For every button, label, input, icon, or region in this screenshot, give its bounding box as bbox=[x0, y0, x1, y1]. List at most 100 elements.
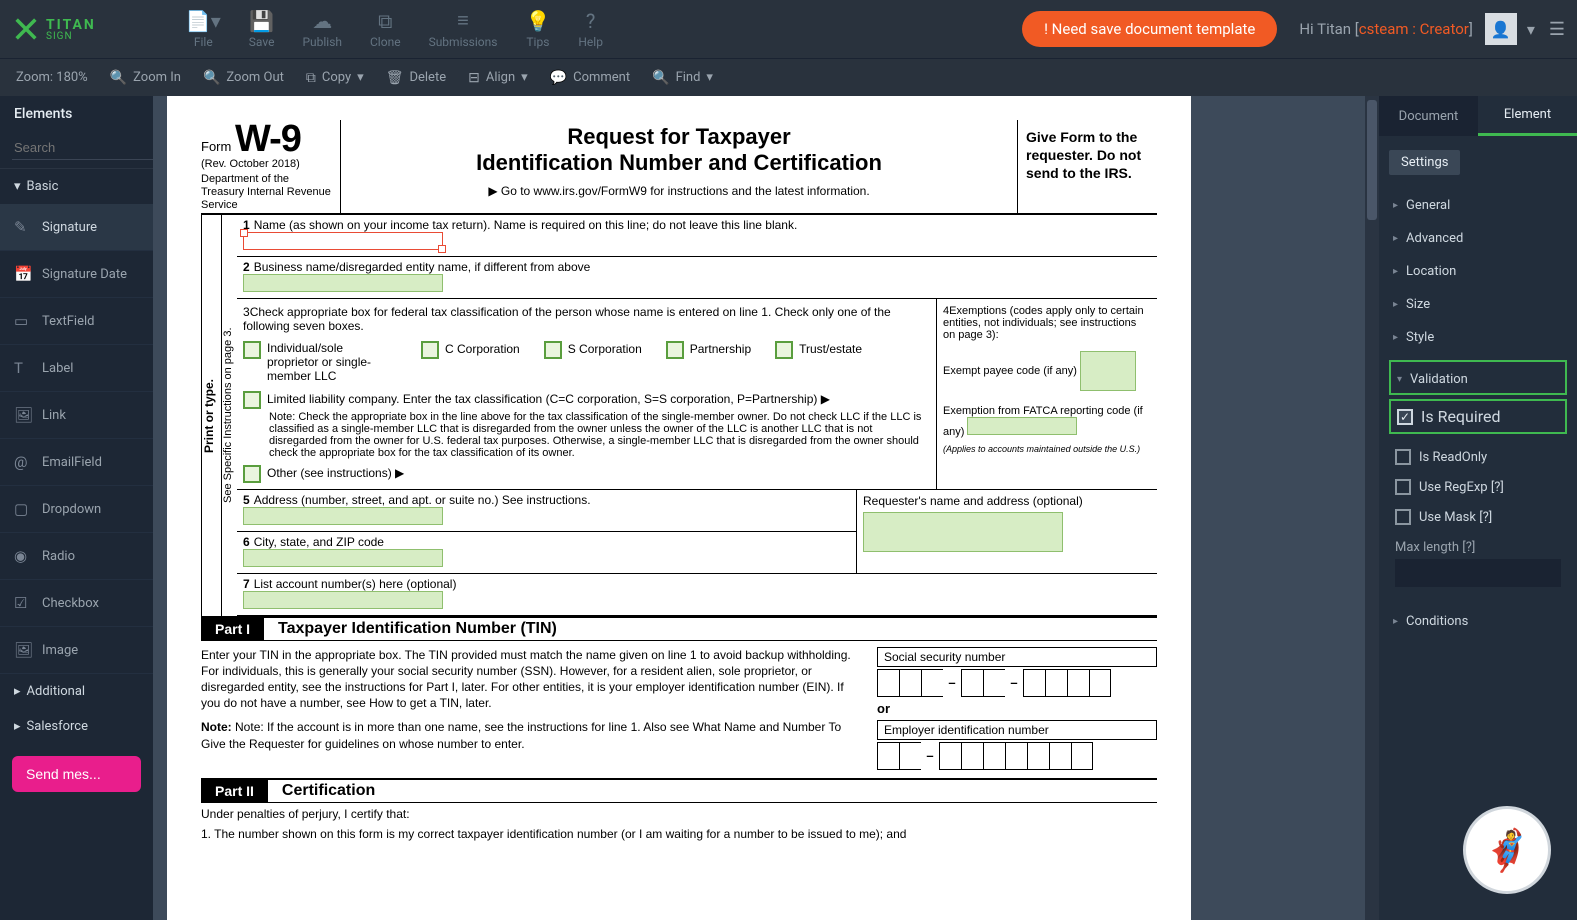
line1-text: Name (as shown on your income tax return… bbox=[254, 218, 798, 232]
line3-text: Check appropriate box for federal tax cl… bbox=[243, 305, 891, 333]
requester-field[interactable] bbox=[863, 512, 1063, 552]
address-field[interactable] bbox=[243, 507, 443, 525]
tin-text: Enter your TIN in the appropriate box. T… bbox=[201, 648, 851, 711]
chk-scorp[interactable] bbox=[544, 341, 562, 359]
form-goto: ▶ Go to www.irs.gov/FormW9 for instructi… bbox=[351, 184, 1007, 198]
settings-tab[interactable]: Settings bbox=[1389, 150, 1460, 175]
chk-trust[interactable] bbox=[775, 341, 793, 359]
acc-validation[interactable]: ▾Validation bbox=[1395, 368, 1561, 391]
line5-text: Address (number, street, and apt. or sui… bbox=[254, 493, 591, 507]
element-radio[interactable]: ◉Radio bbox=[0, 533, 153, 580]
part2-tag: Part II bbox=[201, 780, 268, 802]
acc-conditions[interactable]: ▸Conditions bbox=[1389, 605, 1567, 638]
chk-llc[interactable] bbox=[243, 391, 261, 409]
tips-button[interactable]: 💡Tips bbox=[525, 10, 550, 49]
element-label[interactable]: TLabel bbox=[0, 345, 153, 392]
requester-text: Requester's name and address (optional) bbox=[863, 494, 1083, 508]
mascot-icon[interactable]: 🦸 bbox=[1463, 806, 1551, 894]
ein-label: Employer identification number bbox=[877, 720, 1157, 740]
ssn-boxes[interactable]: – – bbox=[877, 669, 1157, 697]
element-image[interactable]: 🖼Image bbox=[0, 627, 153, 674]
document-canvas[interactable]: Form W-9 (Rev. October 2018) Department … bbox=[153, 96, 1379, 920]
or-text: or bbox=[877, 701, 1157, 716]
send-message-button[interactable]: Send mes... bbox=[12, 756, 141, 792]
zoom-level: Zoom: 180% bbox=[16, 70, 88, 85]
avatar[interactable]: 👤 bbox=[1485, 13, 1517, 45]
comment-button[interactable]: 💬Comment bbox=[550, 70, 630, 86]
part1-tag: Part I bbox=[201, 618, 264, 640]
opt-is-required[interactable]: ✓Is Required bbox=[1389, 399, 1567, 434]
form-dept: Department of the Treasury Internal Reve… bbox=[201, 173, 334, 213]
zoom-in-button[interactable]: 🔍Zoom In bbox=[110, 70, 181, 86]
section-additional[interactable]: ▸Additional bbox=[0, 674, 153, 709]
form-number: W-9 bbox=[235, 118, 301, 160]
element-link[interactable]: 🖼Link bbox=[0, 392, 153, 439]
cert-line1: 1. The number shown on this form is my c… bbox=[201, 827, 1157, 841]
fatca-note: (Applies to accounts maintained outside … bbox=[943, 444, 1151, 454]
brand-logo: TITANSIGN bbox=[12, 15, 96, 43]
part2-title: Certification bbox=[268, 782, 375, 800]
tab-element[interactable]: Element bbox=[1478, 96, 1577, 136]
acc-style[interactable]: ▸Style bbox=[1389, 321, 1567, 354]
instructions-label: See Specific Instructions on page 3. bbox=[221, 215, 237, 616]
clone-button[interactable]: ⧉Clone bbox=[370, 10, 401, 49]
save-alert[interactable]: ! Need save document template bbox=[1022, 11, 1277, 47]
chk-individual[interactable] bbox=[243, 341, 261, 359]
section-basic[interactable]: ▾Basic bbox=[0, 169, 153, 204]
chk-other[interactable] bbox=[243, 465, 261, 483]
ein-boxes[interactable]: – bbox=[877, 742, 1157, 770]
save-button[interactable]: 💾Save bbox=[249, 10, 275, 49]
element-emailfield[interactable]: @EmailField bbox=[0, 439, 153, 486]
publish-button[interactable]: ☁Publish bbox=[302, 10, 342, 49]
submissions-button[interactable]: ≡Submissions bbox=[429, 10, 498, 49]
maxlen-input[interactable] bbox=[1395, 559, 1561, 587]
chk-partnership[interactable] bbox=[666, 341, 684, 359]
align-button[interactable]: ⊟Align ▾ bbox=[468, 70, 528, 86]
opt-is-readonly[interactable]: Is ReadOnly bbox=[1389, 442, 1567, 472]
find-button[interactable]: 🔍Find ▾ bbox=[652, 70, 713, 86]
element-signature-date[interactable]: 📅Signature Date bbox=[0, 251, 153, 298]
acc-location[interactable]: ▸Location bbox=[1389, 255, 1567, 288]
part1-title: Taxpayer Identification Number (TIN) bbox=[264, 620, 557, 638]
toolbar-actions: 📄▾File 💾Save ☁Publish ⧉Clone ≡Submission… bbox=[186, 10, 603, 49]
copy-button[interactable]: ⧉Copy ▾ bbox=[306, 70, 364, 86]
ssn-label: Social security number bbox=[877, 647, 1157, 667]
exemptions-text: Exemptions (codes apply only to certain … bbox=[943, 305, 1144, 341]
account-field[interactable] bbox=[243, 591, 443, 609]
print-type-label: Print or type. bbox=[201, 215, 221, 616]
tab-document[interactable]: Document bbox=[1379, 96, 1478, 136]
element-dropdown[interactable]: ▢Dropdown bbox=[0, 486, 153, 533]
chk-ccorp[interactable] bbox=[421, 341, 439, 359]
form-title: Request for TaxpayerIdentification Numbe… bbox=[351, 124, 1007, 176]
opt-use-mask[interactable]: Use Mask [?] bbox=[1389, 502, 1567, 532]
exempt-payee-field[interactable] bbox=[1080, 351, 1136, 391]
line6-text: City, state, and ZIP code bbox=[254, 535, 384, 549]
line3-note: Note: Check the appropriate box in the l… bbox=[269, 411, 930, 459]
acc-general[interactable]: ▸General bbox=[1389, 189, 1567, 222]
name-field-selected[interactable] bbox=[243, 232, 443, 250]
acc-size[interactable]: ▸Size bbox=[1389, 288, 1567, 321]
hamburger-icon[interactable]: ☰ bbox=[1549, 19, 1565, 40]
properties-panel: Document Element Settings ▸General ▸Adva… bbox=[1379, 96, 1577, 920]
business-name-field[interactable] bbox=[243, 274, 443, 292]
line7-text: List account number(s) here (optional) bbox=[254, 577, 457, 591]
user-greeting: Hi Titan [csteam : Creator] bbox=[1299, 20, 1472, 38]
file-menu[interactable]: 📄▾File bbox=[186, 10, 221, 49]
line2-text: Business name/disregarded entity name, i… bbox=[254, 260, 591, 274]
acc-advanced[interactable]: ▸Advanced bbox=[1389, 222, 1567, 255]
delete-button[interactable]: 🗑Delete bbox=[386, 70, 446, 86]
help-button[interactable]: ?Help bbox=[578, 10, 603, 49]
top-bar: TITANSIGN 📄▾File 💾Save ☁Publish ⧉Clone ≡… bbox=[0, 0, 1577, 58]
element-signature[interactable]: ✎Signature bbox=[0, 204, 153, 251]
form-revision: (Rev. October 2018) bbox=[201, 158, 334, 170]
user-menu-chevron[interactable]: ▾ bbox=[1527, 20, 1535, 39]
zoom-out-button[interactable]: 🔍Zoom Out bbox=[203, 70, 284, 86]
element-checkbox[interactable]: ☑Checkbox bbox=[0, 580, 153, 627]
section-salesforce[interactable]: ▸Salesforce bbox=[0, 709, 153, 744]
city-field[interactable] bbox=[243, 549, 443, 567]
elements-panel: Elements 🔍 ▾Basic ✎Signature 📅Signature … bbox=[0, 96, 153, 920]
fatca-field[interactable] bbox=[967, 417, 1077, 435]
opt-use-regexp[interactable]: Use RegExp [?] bbox=[1389, 472, 1567, 502]
element-textfield[interactable]: ▭TextField bbox=[0, 298, 153, 345]
scrollbar[interactable] bbox=[1365, 96, 1379, 920]
